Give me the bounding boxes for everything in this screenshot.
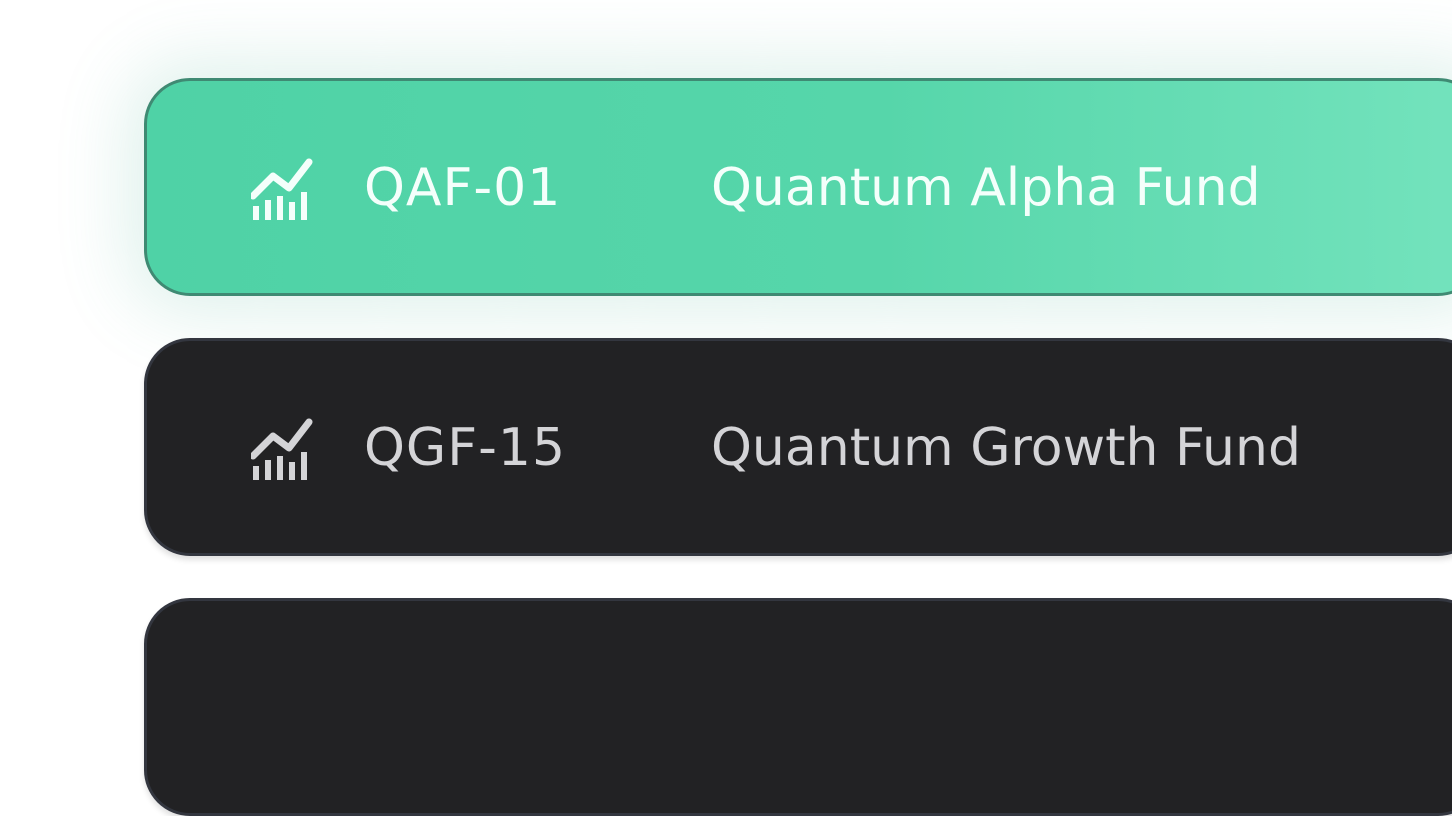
fund-row-qaf-01[interactable]: QAF-01 Quantum Alpha Fund (144, 78, 1452, 296)
fund-code: QAF-01 (364, 158, 562, 218)
fund-code: QGF-15 (364, 418, 567, 478)
chart-trend-up-icon (251, 158, 313, 220)
fund-name: Quantum Alpha Fund (711, 158, 1261, 218)
fund-row-partial[interactable] (144, 598, 1452, 816)
fund-row-qgf-15[interactable]: QGF-15 Quantum Growth Fund (144, 338, 1452, 556)
chart-trend-up-icon (251, 418, 313, 480)
fund-name: Quantum Growth Fund (711, 418, 1301, 478)
fund-list: QAF-01 Quantum Alpha Fund QGF-15 Quantum… (0, 0, 1452, 816)
